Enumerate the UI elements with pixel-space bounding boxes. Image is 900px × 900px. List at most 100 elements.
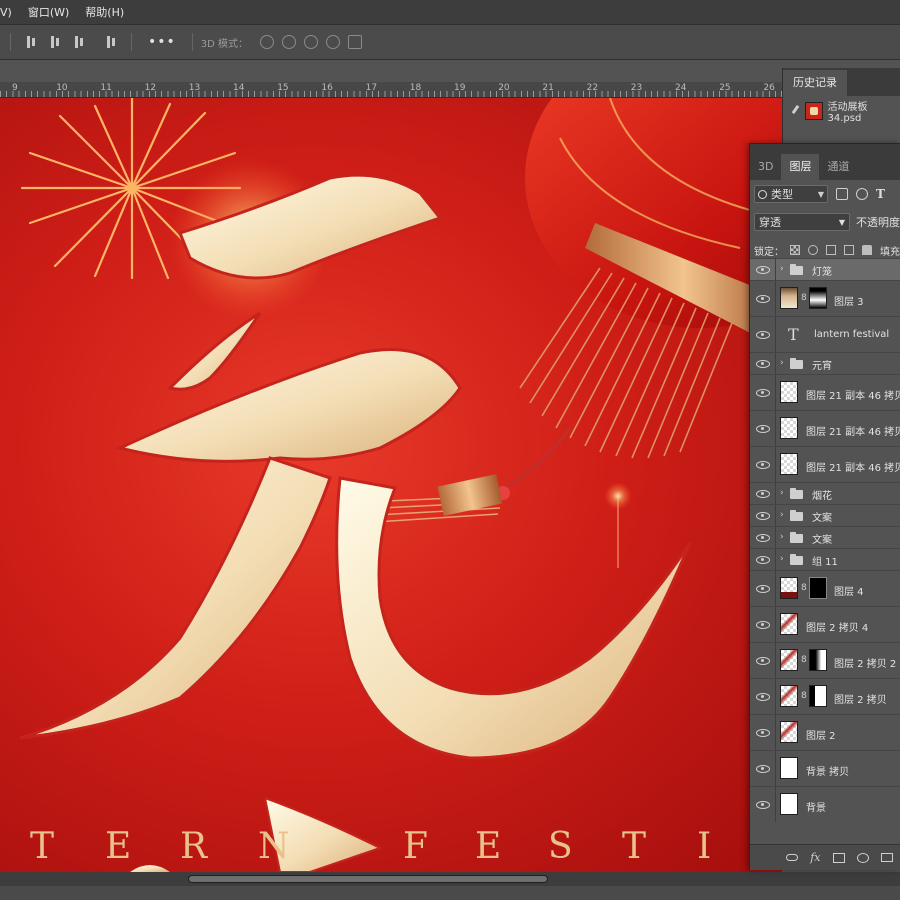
layer-row[interactable]: 8 图层 2 拷贝 2	[750, 642, 900, 678]
blend-mode-select[interactable]: 穿透 ▼	[754, 213, 850, 231]
scrollbar-thumb[interactable]	[188, 875, 548, 883]
tab-layers[interactable]: 图层	[781, 154, 820, 180]
document-canvas[interactable]: T E R N F E S T I	[0, 98, 782, 872]
link-icon[interactable]: 8	[801, 691, 807, 701]
chevron-right-icon[interactable]: ›	[780, 532, 784, 542]
lock-position-icon[interactable]	[826, 245, 836, 255]
layer-mask-thumbnail[interactable]	[809, 685, 827, 707]
history-panel: 历史记录 活动展板34.psd	[782, 68, 900, 148]
tab-history[interactable]: 历史记录	[783, 70, 847, 96]
tab-channels[interactable]: 通道	[819, 154, 857, 180]
chevron-right-icon[interactable]: ›	[780, 554, 784, 564]
ruler-label: 12	[144, 83, 157, 93]
eye-icon[interactable]	[756, 621, 770, 629]
layer-row[interactable]: › 灯笼	[750, 258, 900, 280]
eye-icon[interactable]	[756, 389, 770, 397]
layer-row[interactable]: › 文案	[750, 526, 900, 548]
layer-mask-thumbnail[interactable]	[809, 649, 827, 671]
eye-icon[interactable]	[756, 331, 770, 339]
lock-all-icon[interactable]	[862, 245, 872, 255]
layer-mask-thumbnail[interactable]	[809, 577, 827, 599]
eye-icon[interactable]	[756, 534, 770, 542]
image-filter-icon[interactable]	[836, 188, 848, 200]
eye-icon[interactable]	[756, 693, 770, 701]
eye-icon[interactable]	[756, 360, 770, 368]
chevron-right-icon[interactable]: ›	[780, 264, 784, 274]
eye-icon[interactable]	[756, 266, 770, 274]
scale-3d-icon[interactable]	[348, 35, 363, 49]
more-options-button[interactable]: •••	[148, 34, 176, 50]
eye-icon[interactable]	[756, 295, 770, 303]
pan-3d-icon[interactable]	[304, 35, 319, 49]
layer-row[interactable]: 图层 21 副本 46 拷贝	[750, 374, 900, 410]
eye-icon[interactable]	[756, 425, 770, 433]
eye-icon[interactable]	[756, 765, 770, 773]
layer-row[interactable]: 8 图层 3	[750, 280, 900, 316]
layer-row[interactable]: › 文案	[750, 504, 900, 526]
layer-row[interactable]: 图层 2 拷贝 4	[750, 606, 900, 642]
layer-thumbnail	[780, 381, 798, 403]
chevron-right-icon[interactable]: ›	[780, 510, 784, 520]
layer-row[interactable]: T lantern festival	[750, 316, 900, 352]
adjustment-layer-icon[interactable]	[856, 852, 869, 863]
lantern	[339, 98, 782, 525]
lock-artboard-icon[interactable]	[844, 245, 854, 255]
layer-row[interactable]: 8 图层 2 拷贝	[750, 678, 900, 714]
history-snapshot[interactable]: 活动展板34.psd	[783, 96, 900, 126]
layer-row[interactable]: 8 图层 4	[750, 570, 900, 606]
eye-icon[interactable]	[756, 729, 770, 737]
layer-row[interactable]: › 元宵	[750, 352, 900, 374]
layer-row[interactable]: 背景 拷贝	[750, 750, 900, 786]
chevron-right-icon[interactable]: ›	[780, 358, 784, 368]
align-vertical-center-icon[interactable]	[49, 36, 61, 48]
orbit-3d-icon[interactable]	[260, 35, 275, 49]
chevron-right-icon[interactable]: ›	[780, 488, 784, 498]
layer-filter-select[interactable]: 类型 ▼	[754, 185, 828, 203]
history-brush-icon[interactable]	[789, 105, 801, 117]
menu-item-help[interactable]: 帮助(H)	[85, 4, 124, 20]
menu-item-window[interactable]: 窗口(W)	[28, 4, 69, 20]
ruler-label: 26	[763, 83, 775, 93]
layer-name: 图层 3	[834, 297, 864, 308]
link-icon[interactable]: 8	[801, 583, 807, 593]
eye-icon[interactable]	[756, 556, 770, 564]
align-bottom-icon[interactable]	[73, 36, 85, 48]
roll-3d-icon[interactable]	[282, 35, 297, 49]
eye-icon[interactable]	[756, 801, 770, 809]
layer-row[interactable]: › 组 11	[750, 548, 900, 570]
layer-name: 图层 4	[834, 587, 864, 598]
layer-thumbnail	[780, 453, 798, 475]
eye-icon[interactable]	[756, 657, 770, 665]
layer-effects-button[interactable]: fx	[810, 851, 820, 864]
eye-icon[interactable]	[756, 512, 770, 520]
layer-row[interactable]: 图层 2	[750, 714, 900, 750]
folder-icon	[790, 554, 803, 565]
layer-name: 图层 2 拷贝 4	[806, 623, 869, 634]
layer-row[interactable]: 图层 21 副本 46 拷贝	[750, 410, 900, 446]
ruler-label: 21	[542, 83, 554, 93]
layer-mask-thumbnail[interactable]	[809, 287, 827, 309]
distribute-icon[interactable]	[105, 36, 117, 48]
link-icon[interactable]: 8	[801, 293, 807, 303]
lock-image-icon[interactable]	[808, 245, 818, 255]
link-layers-icon[interactable]	[786, 854, 799, 861]
tab-3d[interactable]: 3D	[750, 154, 781, 180]
lock-transparent-icon[interactable]	[790, 245, 800, 255]
new-group-icon[interactable]	[880, 853, 893, 862]
layer-row[interactable]: 图层 21 副本 46 拷贝	[750, 446, 900, 482]
eye-icon[interactable]	[756, 461, 770, 469]
horizontal-scrollbar[interactable]	[0, 872, 900, 886]
add-mask-icon[interactable]	[832, 852, 845, 863]
divider	[775, 571, 776, 606]
eye-icon[interactable]	[756, 585, 770, 593]
adjustment-filter-icon[interactable]	[856, 188, 868, 200]
link-icon[interactable]: 8	[801, 655, 807, 665]
eye-icon[interactable]	[756, 490, 770, 498]
layer-row[interactable]: 背景	[750, 786, 900, 822]
align-top-icon[interactable]	[25, 36, 37, 48]
slide-3d-icon[interactable]	[326, 35, 341, 49]
text-filter-icon[interactable]: T	[876, 187, 885, 201]
layers-footer: fx	[750, 844, 900, 870]
menu-item-view[interactable]: V)	[0, 6, 12, 19]
layer-row[interactable]: › 烟花	[750, 482, 900, 504]
